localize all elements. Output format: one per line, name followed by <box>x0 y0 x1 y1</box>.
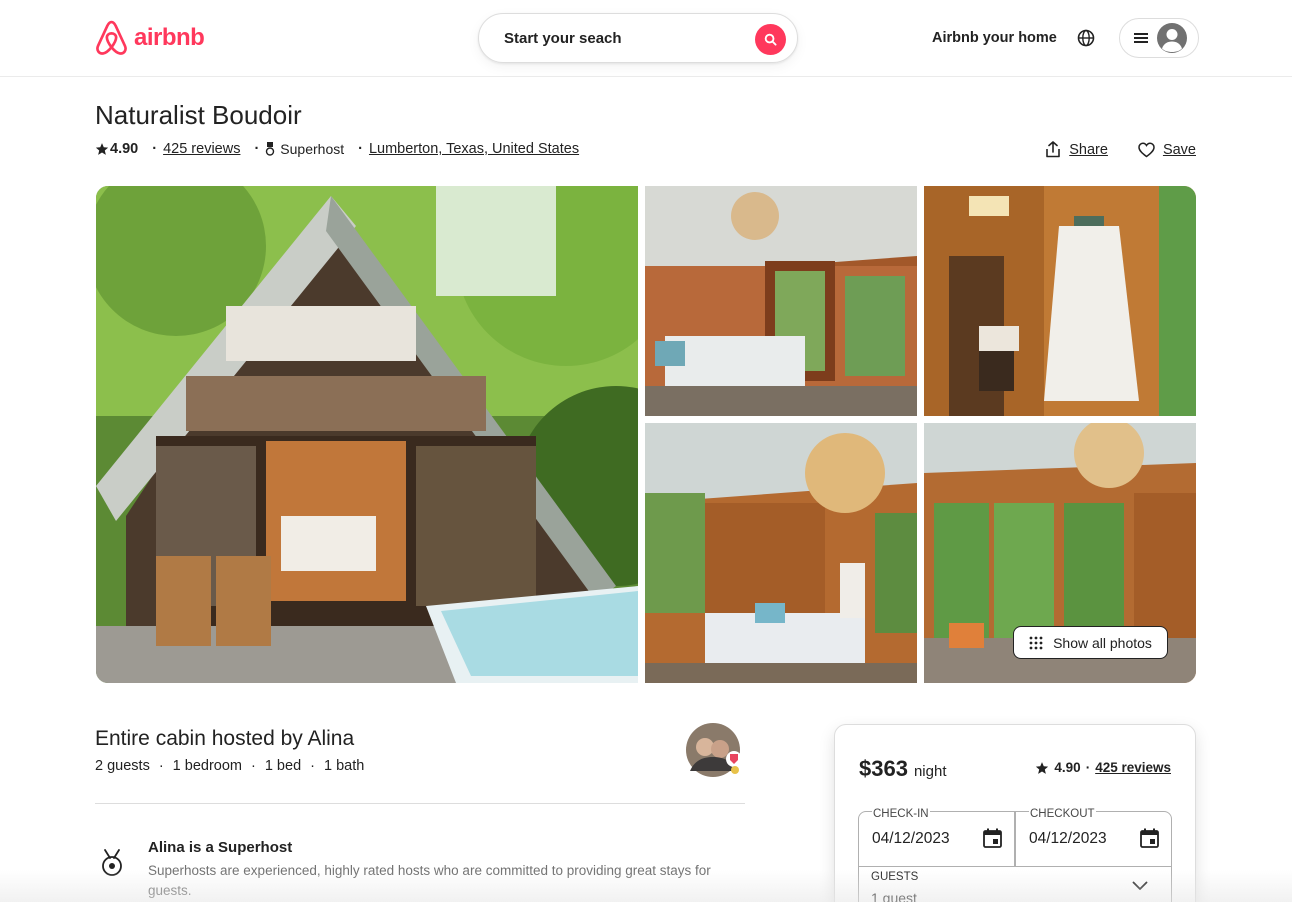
search-bar[interactable]: Start your seach <box>478 13 798 63</box>
airbnb-logo[interactable]: airbnb <box>95 20 205 55</box>
checkout-field[interactable]: CHECKOUT 04/12/2023 <box>1015 808 1172 867</box>
superhost-medal-icon <box>266 142 275 156</box>
search-placeholder: Start your seach <box>504 29 622 47</box>
airbnb-your-home-link[interactable]: Airbnb your home <box>932 30 1057 46</box>
reviews-link[interactable]: 425 reviews <box>163 141 240 157</box>
superhost-description: Superhosts are experienced, highly rated… <box>148 863 711 898</box>
swing-bed-image <box>645 423 917 683</box>
bathroom-robe-image <box>924 186 1196 416</box>
guests-label: GUESTS <box>871 871 919 883</box>
checkin-value: 04/12/2023 <box>872 830 950 847</box>
user-menu-button[interactable] <box>1119 18 1199 58</box>
host-title: Entire cabin hosted by Alina <box>95 727 355 750</box>
listing-rating-value: 4.90 <box>110 141 139 157</box>
checkout-value: 04/12/2023 <box>1029 830 1107 847</box>
separator-dot: · <box>310 758 315 774</box>
superhost-title: Alina is a Superhost <box>148 839 293 856</box>
listing-meta: 4.90 · 425 reviews · Superhost · Lumbert… <box>95 141 579 157</box>
listing-actions: Share Save <box>1045 141 1196 158</box>
booking-reviews-link[interactable]: 425 reviews <box>1095 760 1171 775</box>
listing-title: Naturalist Boudoir <box>95 100 302 130</box>
guests-value: 1 guest <box>871 890 917 902</box>
separator-dot: · <box>1085 760 1091 775</box>
gallery-photo-1[interactable] <box>645 186 917 416</box>
share-label: Share <box>1069 141 1108 158</box>
chevron-down-icon <box>1132 881 1148 890</box>
booking-rating: 4.90 · 425 reviews <box>1035 760 1171 775</box>
separator-dot: · <box>254 141 260 157</box>
share-button[interactable]: Share <box>1045 141 1108 158</box>
main-photo[interactable] <box>96 186 638 683</box>
bedrooms-count: 1 bedroom <box>172 758 242 774</box>
heart-icon <box>1138 142 1155 157</box>
star-icon <box>95 143 109 155</box>
calendar-icon[interactable] <box>983 828 1002 848</box>
baths-count: 1 bath <box>323 758 365 774</box>
cabin-exterior-image <box>96 186 638 683</box>
price-display: $363 night <box>859 756 946 782</box>
top-header: airbnb Start your seach Airbnb your home <box>0 0 1292 77</box>
language-button[interactable] <box>1077 29 1095 52</box>
superhost-section-icon-wrap <box>99 849 125 882</box>
guests-field[interactable]: GUESTS 1 guest <box>858 866 1172 902</box>
calendar-icon[interactable] <box>1140 828 1159 848</box>
beds-count: 1 bed <box>264 758 302 774</box>
superhost-label: Superhost <box>280 141 345 157</box>
checkin-field[interactable]: CHECK-IN 04/12/2023 <box>858 808 1015 867</box>
save-button[interactable]: Save <box>1138 141 1196 158</box>
search-button[interactable] <box>755 24 786 55</box>
host-details: 2 guests · 1 bedroom · 1 bed · 1 bath <box>95 758 364 774</box>
separator-dot: · <box>251 758 256 774</box>
separator-dot: · <box>158 758 164 774</box>
star-icon <box>1036 761 1049 774</box>
search-icon <box>764 33 777 46</box>
separator-dot: · <box>358 141 363 157</box>
globe-icon <box>1077 29 1095 47</box>
checkin-label: CHECK-IN <box>872 808 930 820</box>
section-divider <box>95 803 745 804</box>
bedroom-image <box>645 186 917 416</box>
checkout-label: CHECKOUT <box>1029 808 1096 820</box>
gallery-photo-2[interactable] <box>924 186 1196 416</box>
location-link[interactable]: Lumberton, Texas, United States <box>369 141 579 157</box>
host-avatar[interactable] <box>685 723 743 778</box>
airbnb-logo-icon <box>96 20 127 55</box>
show-all-photos-label: Show all photos <box>1053 634 1152 651</box>
booking-rating-value: 4.90 <box>1054 760 1081 775</box>
booking-card: $363 night 4.90 · 425 reviews CHECK-IN 0… <box>834 724 1196 902</box>
host-photo-image <box>686 723 742 777</box>
price-amount: $363 <box>859 756 908 781</box>
guests-count: 2 guests <box>95 758 150 774</box>
superhost-medal-icon <box>102 849 122 876</box>
separator-dot: · <box>152 141 158 157</box>
user-avatar-icon <box>1157 23 1187 53</box>
grid-icon <box>1029 636 1043 649</box>
price-unit: night <box>913 763 947 780</box>
gallery-photo-3[interactable] <box>645 423 917 683</box>
brand-name: airbnb <box>134 23 205 51</box>
menu-icon <box>1134 33 1148 43</box>
photo-gallery <box>96 186 1196 683</box>
superhost-badge: Superhost <box>265 141 344 157</box>
save-label: Save <box>1162 141 1196 158</box>
show-all-photos-button[interactable]: Show all photos <box>1013 626 1168 659</box>
listing-rating: 4.90 <box>95 141 138 157</box>
share-icon <box>1046 141 1061 158</box>
